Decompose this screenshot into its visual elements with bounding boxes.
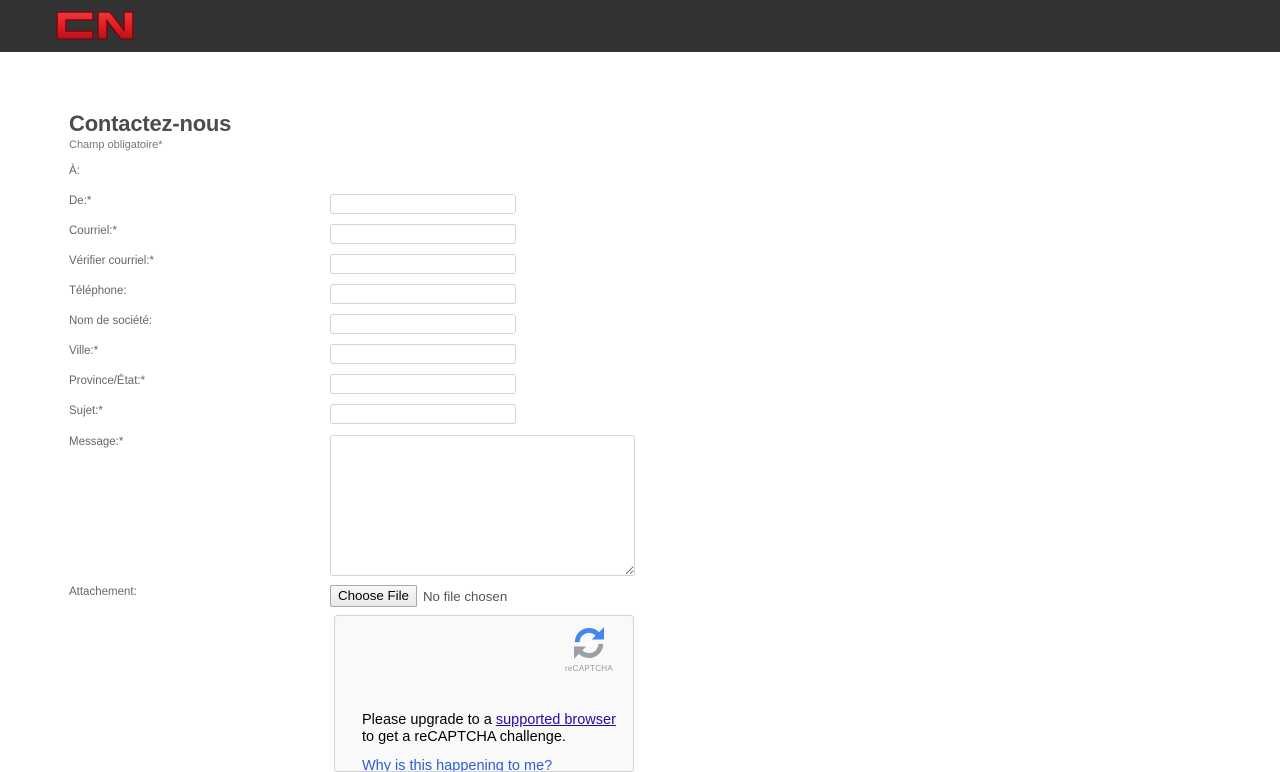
page-title: Contactez-nous bbox=[69, 111, 232, 136]
field-email bbox=[330, 224, 516, 244]
city-input[interactable] bbox=[330, 344, 516, 364]
field-email-verify bbox=[330, 254, 516, 274]
email-input[interactable] bbox=[330, 224, 516, 244]
label-to: À: bbox=[69, 165, 80, 177]
company-input[interactable] bbox=[330, 314, 516, 334]
required-field-note: Champ obligatoire* bbox=[69, 139, 163, 151]
label-from: De:* bbox=[69, 195, 92, 207]
label-company: Nom de société: bbox=[69, 315, 153, 327]
field-phone bbox=[330, 284, 516, 304]
label-province: Province/État:* bbox=[69, 375, 146, 387]
field-message bbox=[330, 435, 635, 581]
cn-logo[interactable] bbox=[54, 9, 136, 42]
label-email: Courriel:* bbox=[69, 225, 117, 237]
label-city: Ville:* bbox=[69, 345, 99, 357]
message-textarea[interactable] bbox=[330, 435, 635, 576]
label-subject: Sujet:* bbox=[69, 405, 103, 417]
from-input[interactable] bbox=[330, 194, 516, 214]
recaptcha-message: Please upgrade to a supported browser to … bbox=[362, 712, 627, 745]
recaptcha-icon bbox=[574, 627, 604, 659]
file-input-control[interactable]: Choose File No file chosen bbox=[330, 585, 507, 607]
province-input[interactable] bbox=[330, 374, 516, 394]
email-verify-input[interactable] bbox=[330, 254, 516, 274]
label-phone: Téléphone: bbox=[69, 285, 127, 297]
field-from bbox=[330, 194, 516, 214]
field-company bbox=[330, 314, 516, 334]
subject-input[interactable] bbox=[330, 404, 516, 424]
field-subject bbox=[330, 404, 516, 424]
recaptcha-brand-label: reCAPTCHA bbox=[564, 664, 614, 673]
why-is-this-happening-link[interactable]: Why is this happening to me? bbox=[362, 758, 552, 771]
phone-input[interactable] bbox=[330, 284, 516, 304]
field-city bbox=[330, 344, 516, 364]
recaptcha-message-prefix: Please upgrade to a bbox=[362, 712, 496, 728]
label-message: Message:* bbox=[69, 436, 124, 448]
site-header bbox=[0, 0, 1280, 52]
recaptcha-message-line2: to get a reCAPTCHA challenge. bbox=[362, 728, 566, 745]
field-province bbox=[330, 374, 516, 394]
file-status-text: No file chosen bbox=[422, 588, 508, 604]
recaptcha-logo: reCAPTCHA bbox=[558, 623, 620, 673]
recaptcha-widget[interactable]: reCAPTCHA Please upgrade to a supported … bbox=[334, 615, 634, 772]
supported-browser-link[interactable]: supported browser bbox=[496, 712, 616, 728]
choose-file-button[interactable]: Choose File bbox=[330, 585, 417, 607]
label-attachment: Attachement: bbox=[69, 586, 137, 598]
label-email-verify: Vérifier courriel:* bbox=[69, 255, 154, 267]
cn-logo-icon bbox=[56, 11, 134, 40]
